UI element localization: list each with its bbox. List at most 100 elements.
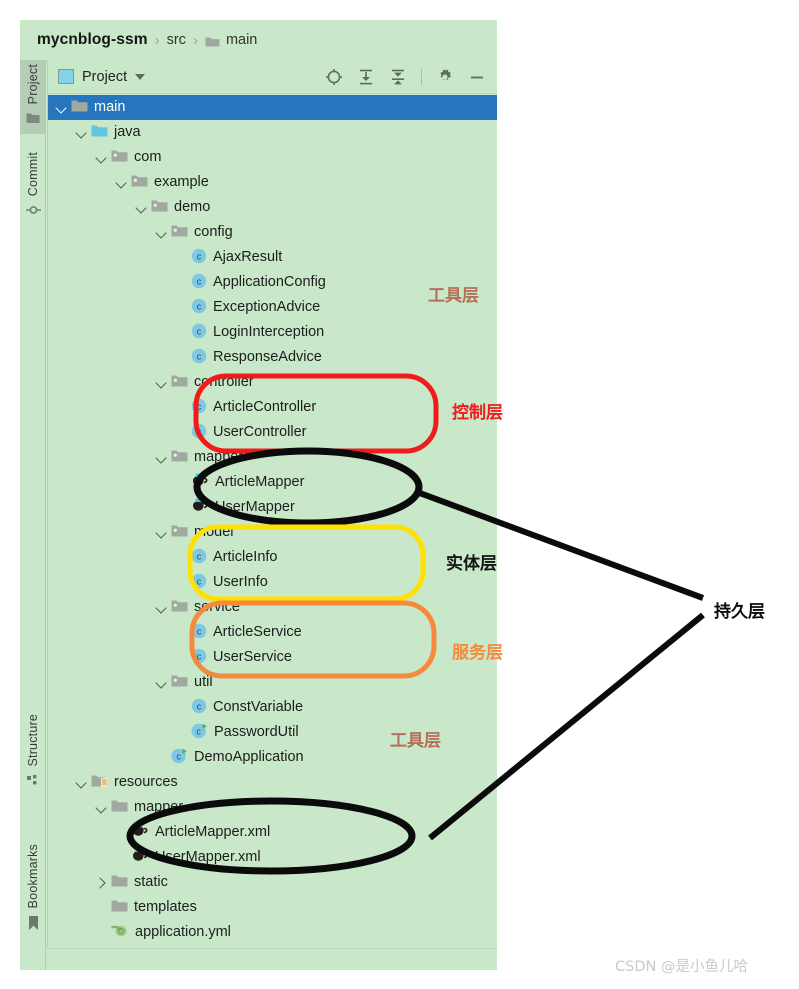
tree-row[interactable]: controller [48, 370, 497, 395]
locate-target-icon[interactable] [325, 68, 343, 86]
tree-row[interactable]: java [48, 120, 497, 145]
package-icon [111, 149, 128, 167]
svg-text:c: c [197, 276, 202, 286]
breadcrumb: mycnblog-ssm › src › main [20, 20, 497, 60]
tree-row-label: UserController [213, 424, 307, 441]
tree-row-label: templates [134, 899, 197, 916]
tree-row-label: ArticleInfo [213, 549, 278, 566]
package-icon [171, 374, 188, 392]
tree-row-label: PasswordUtil [214, 724, 299, 741]
sidebar-item-label: Commit [26, 152, 40, 197]
tree-row[interactable]: ArticleMapper.xml [48, 820, 497, 845]
class-icon: c [191, 573, 207, 593]
chevron-down-icon[interactable] [94, 151, 108, 165]
ide-window: mycnblog-ssm › src › main Project Commit [20, 20, 497, 970]
tree-row[interactable]: c LoginInterception [48, 320, 497, 345]
tree-row[interactable]: util [48, 670, 497, 695]
tree-row[interactable]: service [48, 595, 497, 620]
chevron-down-icon[interactable] [154, 226, 168, 240]
tree-row[interactable]: c ArticleService [48, 620, 497, 645]
breadcrumb-item-src[interactable]: src [167, 32, 186, 48]
tree-row[interactable]: c ResponseAdvice [48, 345, 497, 370]
sidebar-item-bookmarks[interactable]: Bookmarks [20, 840, 46, 941]
tree-row-label: resources [114, 774, 178, 791]
tree-row[interactable]: UserMapper [48, 495, 497, 520]
tree-row-label: mapper [134, 799, 184, 816]
gear-icon[interactable] [436, 68, 454, 86]
chevron-down-icon[interactable] [154, 451, 168, 465]
sidebar-item-structure[interactable]: Structure [20, 710, 46, 797]
minimize-icon[interactable] [468, 68, 486, 86]
chevron-down-icon[interactable] [154, 676, 168, 690]
chevron-down-icon[interactable] [154, 376, 168, 390]
chevron-down-icon[interactable] [114, 176, 128, 190]
class-icon: c [191, 548, 207, 568]
chevron-down-icon[interactable] [154, 526, 168, 540]
annotation-service-layer: 服务层 [452, 643, 503, 663]
class-icon: c [191, 648, 207, 668]
chevron-down-icon[interactable] [54, 101, 68, 115]
chevron-down-icon[interactable] [74, 126, 88, 140]
tree-row[interactable]: model [48, 520, 497, 545]
tree-row-label: mapper [194, 449, 244, 466]
breadcrumb-item-main[interactable]: main [226, 32, 257, 48]
tree-row[interactable]: c UserInfo [48, 570, 497, 595]
tree-row[interactable]: example [48, 170, 497, 195]
tree-row-label: ExceptionAdvice [213, 299, 321, 316]
svg-text:c: c [197, 551, 202, 561]
tree-row[interactable]: resources [48, 770, 497, 795]
project-tree[interactable]: main java com example demo config c AjaxResult c… [48, 95, 497, 970]
breadcrumb-project[interactable]: mycnblog-ssm [37, 31, 148, 49]
tree-row[interactable]: c UserController [48, 420, 497, 445]
source-root-icon [91, 124, 108, 142]
class-icon: c [191, 423, 207, 443]
sidebar-item-commit[interactable]: Commit [20, 148, 46, 226]
class-icon: c [191, 623, 207, 643]
chevron-down-icon[interactable] [134, 201, 148, 215]
tree-row[interactable]: mapper [48, 795, 497, 820]
annotation-entity-layer: 实体层 [446, 554, 497, 574]
package-icon [171, 224, 188, 242]
tree-row[interactable]: c ConstVariable [48, 695, 497, 720]
sidebar-item-project[interactable]: Project [20, 60, 46, 135]
tree-row[interactable]: static [48, 870, 497, 895]
tree-row[interactable]: mapper [48, 445, 497, 470]
chevron-right-icon[interactable] [94, 876, 108, 890]
tree-row[interactable]: c ArticleController [48, 395, 497, 420]
folder-icon [205, 35, 220, 47]
tree-row[interactable]: c AjaxResult [48, 245, 497, 270]
tree-row[interactable]: main [48, 95, 497, 120]
annotation-control-layer: 控制层 [452, 403, 503, 423]
watermark: CSDN @是小鱼儿哈 [615, 959, 748, 975]
tree-row[interactable]: config [48, 220, 497, 245]
chevron-down-icon[interactable] [74, 776, 88, 790]
tree-row[interactable]: c UserService [48, 645, 497, 670]
package-icon [171, 449, 188, 467]
tree-row[interactable]: ArticleMapper [48, 470, 497, 495]
tree-row[interactable]: UserMapper.xml [48, 845, 497, 870]
chevron-down-icon[interactable] [135, 73, 146, 80]
tree-row[interactable]: templates [48, 895, 497, 920]
expand-all-icon[interactable] [357, 68, 375, 86]
tree-row[interactable]: application.yml [48, 920, 497, 945]
tree-row-label: model [194, 524, 234, 541]
panel-title: Project [82, 68, 128, 85]
tree-row[interactable]: demo [48, 195, 497, 220]
tree-row[interactable]: com [48, 145, 497, 170]
collapse-all-icon[interactable] [389, 68, 407, 86]
chevron-down-icon[interactable] [94, 801, 108, 815]
tree-row-label: UserService [213, 649, 292, 666]
folder-icon [111, 799, 128, 817]
svg-text:c: c [197, 626, 202, 636]
tree-row[interactable]: c ArticleInfo [48, 545, 497, 570]
tree-row-label: ArticleMapper [215, 474, 305, 491]
tree-row-label: LoginInterception [213, 324, 325, 341]
chevron-down-icon[interactable] [154, 601, 168, 615]
